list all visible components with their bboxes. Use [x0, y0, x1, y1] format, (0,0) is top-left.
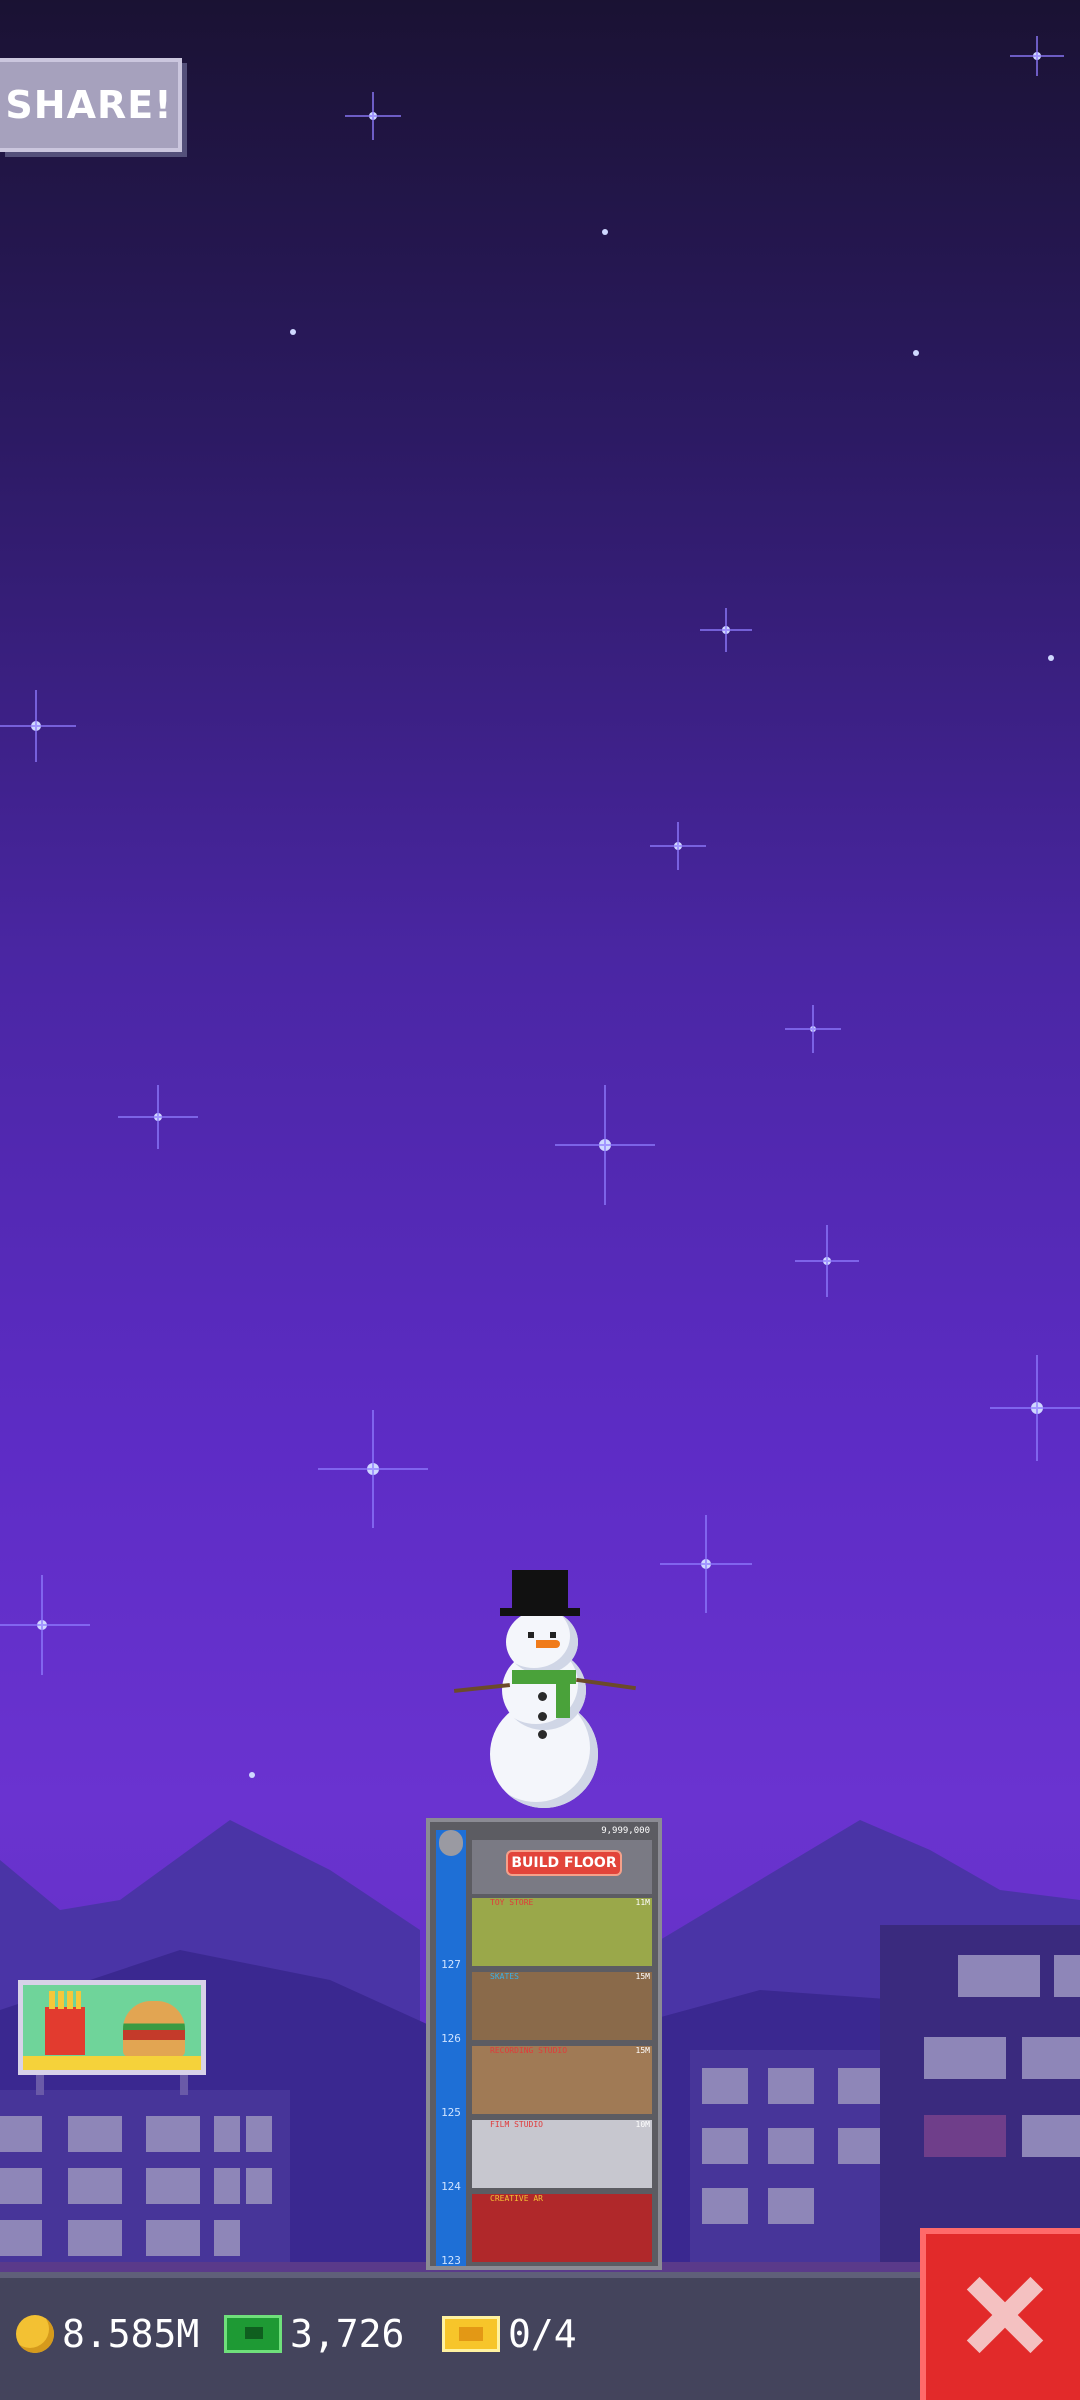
golden-ticket-icon [442, 2316, 500, 2352]
coin-icon [16, 2315, 54, 2353]
floor-toy-store[interactable]: TOY STORE 11M [472, 1898, 652, 1966]
floor-name: RECORDING STUDIO [490, 2046, 568, 2055]
close-button[interactable] [920, 2228, 1080, 2400]
share-button[interactable]: SHARE! [0, 58, 182, 152]
top-hat-icon [512, 1570, 568, 1612]
star [602, 229, 608, 235]
elevator-shaft[interactable]: 127 126 125 124 123 [436, 1830, 466, 2267]
night-sky-scene: 127 126 125 124 123 9,999,000 BUILD FLOO… [0, 0, 1080, 2400]
right-building-tall [880, 1925, 1080, 2280]
star [249, 1772, 255, 1778]
star [913, 350, 919, 356]
floor-number: 124 [441, 2180, 461, 2193]
floor-stock: 15M [635, 2046, 650, 2055]
coins-value: 8.585M [62, 2312, 200, 2356]
cash-value: 3,726 [290, 2312, 405, 2356]
tower[interactable]: 127 126 125 124 123 9,999,000 BUILD FLOO… [426, 1818, 662, 2270]
floor-skates[interactable]: SKATES 15M [472, 1972, 652, 2040]
coins-counter: 8.585M [16, 2304, 199, 2364]
currency-bar: 8.585M 3,726 0/4 [0, 2272, 1080, 2400]
fries-icon [45, 1991, 85, 2055]
floor-name: TOY STORE [490, 1898, 534, 1907]
star [1048, 655, 1054, 661]
burger-icon [123, 2001, 185, 2057]
floor-name: FILM STUDIO [490, 2120, 543, 2129]
close-icon [964, 2274, 1044, 2354]
floor-stock: 15M [635, 1972, 650, 1981]
floor-recording-studio[interactable]: RECORDING STUDIO 15M [472, 2046, 652, 2114]
floor-number: 123 [441, 2254, 461, 2267]
floor-name: SKATES [490, 1972, 519, 1981]
right-building-low [690, 2050, 910, 2280]
floor-film-studio[interactable]: FILM STUDIO 10M [472, 2120, 652, 2188]
floor-stock: 11M [635, 1898, 650, 1907]
build-floor-price: 9,999,000 [601, 1826, 650, 1836]
floor-number: 126 [441, 2032, 461, 2045]
tickets-counter: 0/4 [442, 2304, 577, 2364]
floor-number: 127 [441, 1958, 461, 1971]
floor-stock: 10M [635, 2120, 650, 2129]
floor-name: CREATIVE AR [490, 2194, 543, 2203]
floor-creative-art[interactable]: CREATIVE AR [472, 2194, 652, 2262]
floor-number: 125 [441, 2106, 461, 2119]
build-floor-button[interactable]: BUILD FLOOR [506, 1850, 622, 1876]
carrot-nose-icon [536, 1640, 560, 1648]
food-billboard [18, 1980, 206, 2075]
star [290, 329, 296, 335]
left-building [0, 2090, 290, 2280]
cash-bill-icon [224, 2315, 282, 2353]
snowman-decoration [440, 1570, 640, 1820]
elevator-car-icon [439, 1830, 463, 1856]
tickets-value: 0/4 [508, 2312, 577, 2356]
cash-counter: 3,726 [224, 2304, 404, 2364]
